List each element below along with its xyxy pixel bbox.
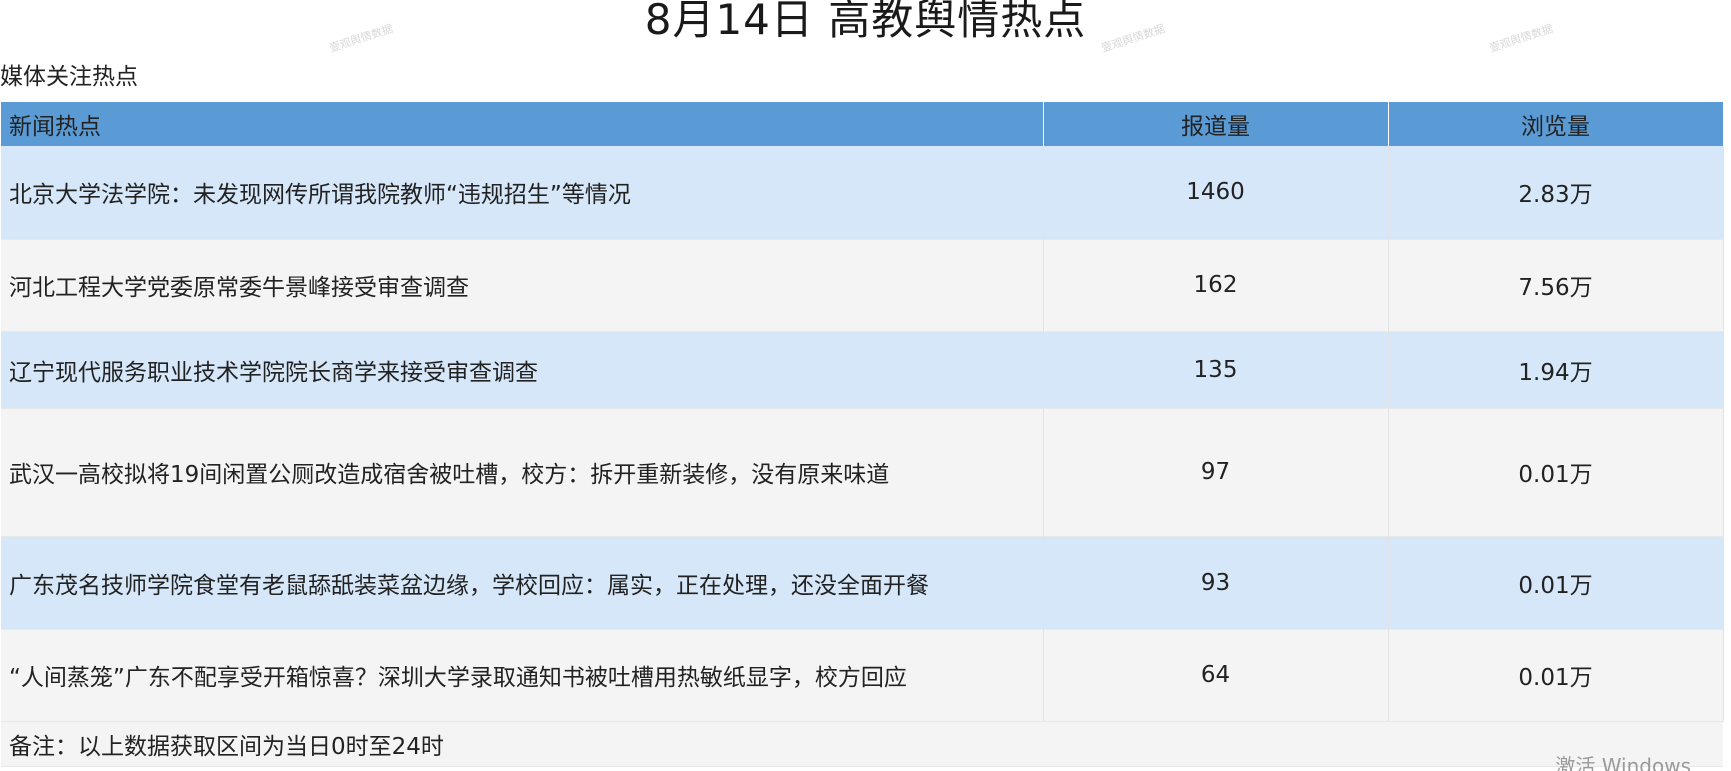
table-row: “人间蒸笼”广东不配享受开箱惊喜？深圳大学录取通知书被吐槽用热敏纸显字，校方回应… bbox=[1, 629, 1724, 722]
table-row: 广东茂名技师学院食堂有老鼠舔舐装菜盆边缘，学校回应：属实，正在处理，还没全面开餐… bbox=[1, 536, 1724, 630]
column-header-news: 新闻热点 bbox=[1, 102, 1044, 146]
reports-cell: 97 bbox=[1043, 408, 1389, 537]
news-title-cell: 广东茂名技师学院食堂有老鼠舔舐装菜盆边缘，学校回应：属实，正在处理，还没全面开餐 bbox=[1, 536, 1044, 630]
reports-cell: 162 bbox=[1043, 239, 1389, 332]
table-row: 北京大学法学院：未发现网传所谓我院教师“违规招生”等情况 1460 2.83万 bbox=[1, 146, 1724, 240]
news-title-cell: “人间蒸笼”广东不配享受开箱惊喜？深圳大学录取通知书被吐槽用热敏纸显字，校方回应 bbox=[1, 629, 1044, 722]
table-note-row: 备注：以上数据获取区间为当日0时至24时 bbox=[1, 721, 1723, 767]
views-cell: 0.01万 bbox=[1388, 408, 1724, 537]
views-cell: 1.94万 bbox=[1388, 331, 1724, 409]
table-row: 河北工程大学党委原常委牛景峰接受审查调查 162 7.56万 bbox=[1, 239, 1724, 332]
page: 壹观舆情数据 壹观舆情数据 壹观舆情数据 8月14日 高教舆情热点 媒体关注热点… bbox=[0, 0, 1731, 771]
reports-cell: 135 bbox=[1043, 331, 1389, 409]
hot-news-table: 新闻热点 报道量 浏览量 北京大学法学院：未发现网传所谓我院教师“违规招生”等情… bbox=[1, 102, 1724, 767]
page-title: 8月14日 高教舆情热点 bbox=[644, 0, 1087, 44]
column-header-views: 浏览量 bbox=[1388, 102, 1724, 146]
table-row: 辽宁现代服务职业技术学院院长商学来接受审查调查 135 1.94万 bbox=[1, 331, 1724, 409]
column-header-reports: 报道量 bbox=[1043, 102, 1389, 146]
table-header-row: 新闻热点 报道量 浏览量 bbox=[1, 102, 1724, 146]
table-note: 备注：以上数据获取区间为当日0时至24时 bbox=[1, 721, 1723, 767]
news-title-cell: 北京大学法学院：未发现网传所谓我院教师“违规招生”等情况 bbox=[1, 146, 1044, 240]
views-cell: 0.01万 bbox=[1388, 536, 1724, 630]
views-cell: 2.83万 bbox=[1388, 146, 1724, 240]
news-title-cell: 辽宁现代服务职业技术学院院长商学来接受审查调查 bbox=[1, 331, 1044, 409]
reports-cell: 1460 bbox=[1043, 146, 1389, 240]
views-cell: 7.56万 bbox=[1388, 239, 1724, 332]
windows-activation-watermark: 激活 Windows bbox=[1555, 754, 1691, 771]
reports-cell: 93 bbox=[1043, 536, 1389, 630]
reports-cell: 64 bbox=[1043, 629, 1389, 722]
news-title-cell: 河北工程大学党委原常委牛景峰接受审查调查 bbox=[1, 239, 1044, 332]
table-row: 武汉一高校拟将19间闲置公厕改造成宿舍被吐槽，校方：拆开重新装修，没有原来味道 … bbox=[1, 408, 1724, 537]
news-title-cell: 武汉一高校拟将19间闲置公厕改造成宿舍被吐槽，校方：拆开重新装修，没有原来味道 bbox=[1, 408, 1044, 537]
views-cell: 0.01万 bbox=[1388, 629, 1724, 722]
section-title: 媒体关注热点 bbox=[0, 64, 138, 90]
